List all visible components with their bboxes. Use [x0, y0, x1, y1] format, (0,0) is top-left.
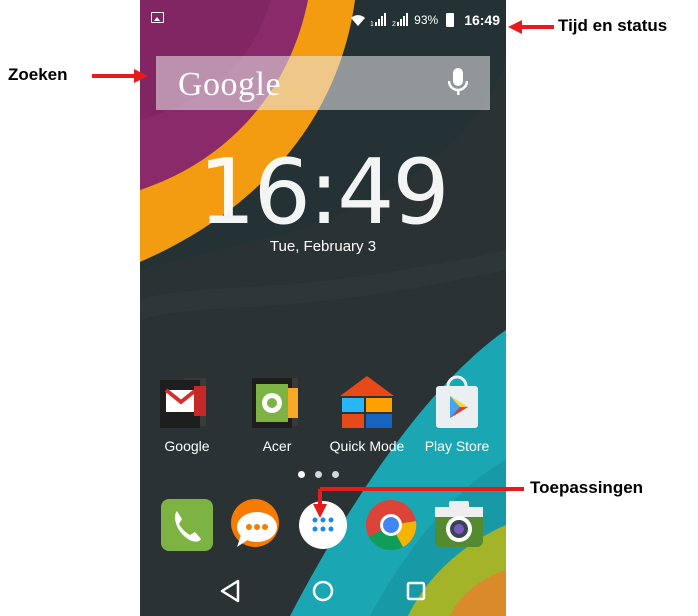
- search-arrow: [92, 69, 148, 83]
- annotation-search: Zoeken: [8, 65, 68, 84]
- annotation-apps: Toepassingen: [530, 478, 644, 497]
- annotation-layer: [92, 20, 554, 518]
- status-arrow: [508, 20, 554, 34]
- annotation-status: Tijd en status: [558, 16, 668, 35]
- apps-arrow: [313, 487, 524, 518]
